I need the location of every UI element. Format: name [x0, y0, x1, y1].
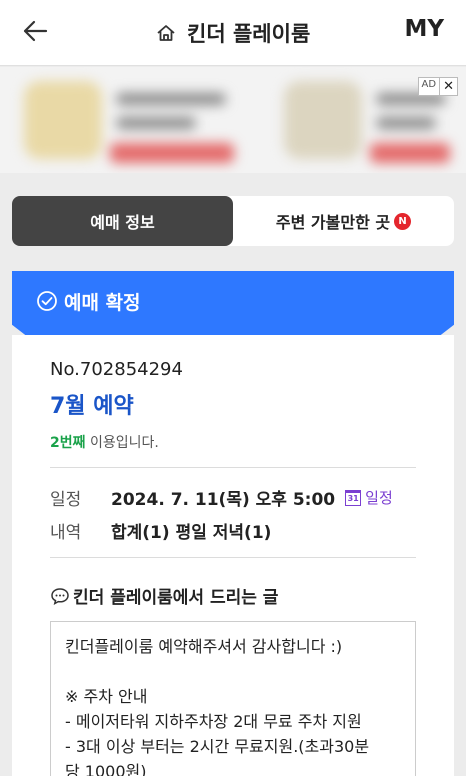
- detail-label: 내역: [50, 523, 82, 543]
- page-title[interactable]: 킨더 플레이룸: [0, 18, 466, 48]
- message-line: ※ 주차 안내: [65, 687, 148, 706]
- schedule-row: 일정 2024. 7. 11(목) 오후 5:00 31 일정: [50, 485, 393, 510]
- message-line: - 메이저타워 지하주차장 2대 무료 주차 지원: [65, 712, 362, 731]
- ad-banner[interactable]: AD ✕: [0, 67, 466, 173]
- ad-text-bar: [116, 93, 226, 105]
- ad-image: [24, 81, 102, 159]
- tab-nearby-places[interactable]: 주변 가볼만한 곳 N: [233, 196, 454, 246]
- tab-label: 예매 정보: [90, 213, 155, 232]
- divider: [50, 467, 416, 468]
- message-heading-text: 킨더 플레이룸에서 드리는 글: [73, 588, 279, 608]
- ad-close-button[interactable]: ✕: [439, 78, 457, 95]
- my-button[interactable]: MY: [404, 16, 444, 42]
- message-line: 당 1000원): [65, 762, 147, 776]
- reservation-card: No.702854294 7월 예약 2번째 이용입니다. 일정 2024. 7…: [12, 335, 454, 776]
- tab-bar: 예매 정보 주변 가볼만한 곳 N: [12, 196, 454, 246]
- home-icon: [157, 25, 175, 41]
- usage-suffix: 이용입니다.: [85, 435, 159, 451]
- page-title-text: 킨더 플레이룸: [187, 22, 311, 46]
- ad-label: AD: [421, 79, 437, 90]
- usage-count-text: 2번째 이용입니다.: [50, 432, 159, 452]
- message-box: 킨더플레이룸 예약해주셔서 감사합니다 :) ※ 주차 안내 - 메이저타워 지…: [50, 621, 416, 776]
- tab-booking-info[interactable]: 예매 정보: [12, 196, 233, 246]
- message-line: - 3대 이상 부터는 2시간 무료지원.(초과30분: [65, 737, 370, 756]
- status-label: 예매 확정: [64, 291, 141, 314]
- schedule-value: 2024. 7. 11(목) 오후 5:00: [111, 490, 336, 510]
- detail-value: 합계(1) 평일 저녁(1): [111, 523, 272, 543]
- reservation-month-title: 7월 예약: [50, 394, 134, 419]
- tab-label: 주변 가볼만한 곳: [275, 213, 391, 232]
- check-circle-icon: [37, 291, 57, 311]
- new-badge: N: [394, 212, 412, 230]
- booking-status-banner: 예매 확정: [12, 271, 454, 335]
- ad-image: [284, 81, 362, 159]
- calendar-link-label: 일정: [365, 489, 393, 507]
- ad-text-bar: [116, 117, 196, 129]
- schedule-label: 일정: [50, 490, 82, 510]
- message-heading: 킨더 플레이룸에서 드리는 글: [50, 583, 278, 608]
- message-line: [65, 659, 403, 684]
- detail-row: 내역 합계(1) 평일 저녁(1): [50, 518, 271, 543]
- top-app-bar: 킨더 플레이룸 MY: [0, 0, 466, 66]
- ad-badge: AD ✕: [417, 77, 458, 96]
- usage-count: 2번째: [50, 435, 86, 451]
- ad-price-bar: [370, 143, 450, 163]
- add-to-calendar-link[interactable]: 31 일정: [345, 487, 393, 508]
- calendar-icon: 31: [345, 489, 362, 506]
- divider: [50, 557, 416, 558]
- speech-bubble-icon: [51, 587, 69, 605]
- ad-text-bar: [376, 117, 436, 129]
- message-line: 킨더플레이룸 예약해주셔서 감사합니다 :): [65, 637, 343, 656]
- ad-price-bar: [110, 143, 234, 163]
- ad-item[interactable]: [24, 81, 234, 167]
- reservation-number: No.702854294: [50, 359, 183, 380]
